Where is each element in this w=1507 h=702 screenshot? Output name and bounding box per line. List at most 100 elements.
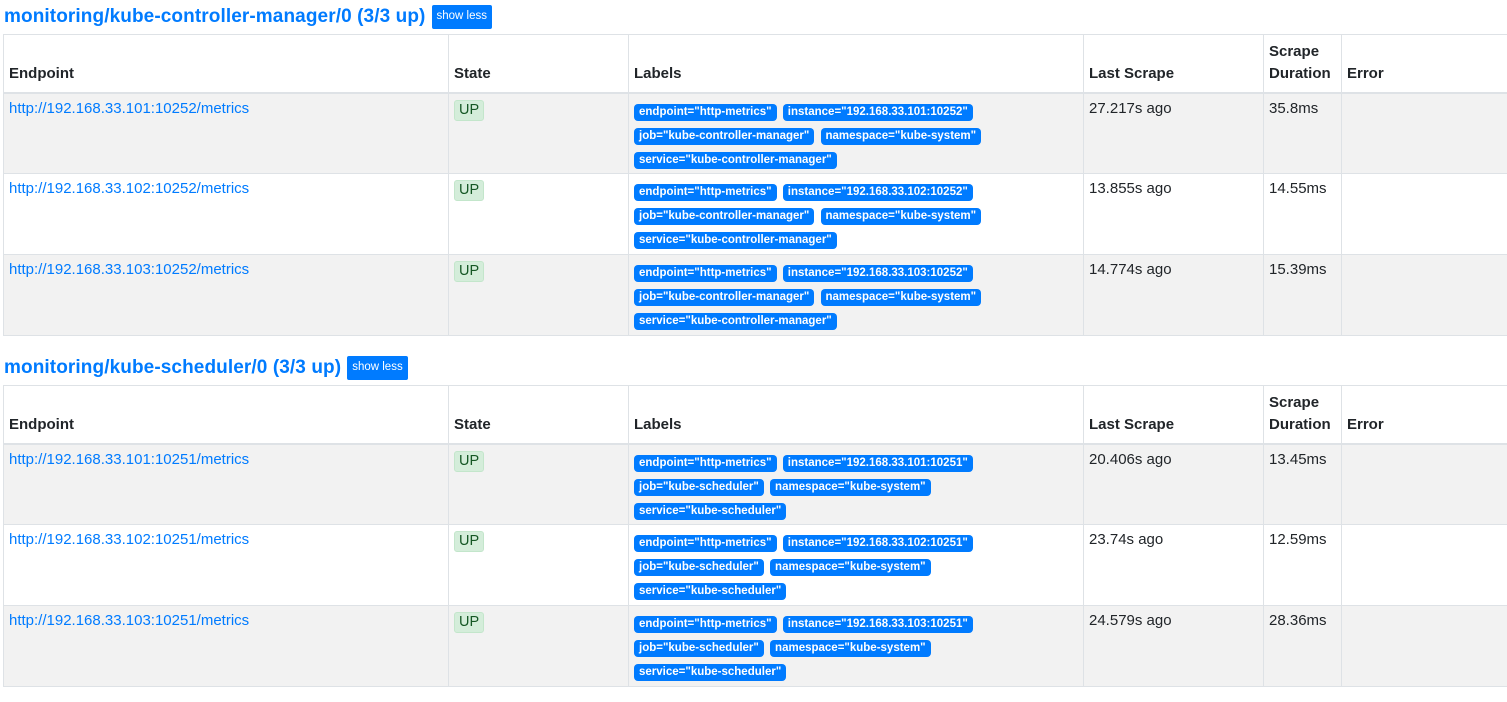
target-pool-section: monitoring/kube-scheduler/0 (3/3 up) sho… [0,351,1507,687]
label-badge: job="kube-controller-manager" [634,208,815,225]
column-header-endpoint: Endpoint [3,34,449,94]
targets-table: Endpoint State Labels Last Scrape Scrape… [3,34,1507,336]
label-badge: instance="192.168.33.103:10251" [782,616,973,633]
last-scrape-value: 20.406s ago [1089,450,1172,468]
column-header-endpoint: Endpoint [3,385,449,445]
label-badge: instance="192.168.33.101:10251" [782,454,973,472]
table-row: http://192.168.33.102:10252/metrics UP end… [3,173,1507,255]
column-header-labels: Labels [628,34,1084,94]
labels-cell: endpoint="http-metrics" instance="192.16… [628,605,1084,687]
endpoint-link[interactable]: http://192.168.33.102:10251/metrics [9,531,249,548]
last-scrape-value: 23.74s ago [1089,531,1164,548]
error-cell [1341,605,1507,687]
section-title[interactable]: monitoring/kube-controller-manager/0 (3/… [4,6,426,28]
column-header-last-scrape: Last Scrape [1083,385,1264,445]
last-scrape-cell: 24.579s ago [1083,605,1264,687]
column-header-scrape-duration: Scrape Duration [1263,34,1342,94]
label-badge: service="kube-scheduler" [634,664,787,681]
column-header-state: State [448,34,629,94]
table-row: http://192.168.33.103:10251/metrics UP end… [3,605,1507,687]
state-cell: UP [448,524,629,606]
endpoint-cell: http://192.168.33.101:10251/metrics [3,443,449,525]
last-scrape-cell: 13.855s ago [1083,173,1264,255]
label-badge: endpoint="http-metrics" [634,616,777,633]
endpoint-link[interactable]: http://192.168.33.101:10251/metrics [9,451,249,468]
endpoint-cell: http://192.168.33.103:10252/metrics [3,254,449,336]
state-cell: UP [448,173,629,255]
column-header-error: Error [1341,34,1507,94]
label-badge: service="kube-scheduler" [634,583,787,600]
scrape-duration-value: 35.8ms [1269,99,1319,117]
label-badge: endpoint="http-metrics" [634,103,777,121]
labels-cell: endpoint="http-metrics" instance="192.16… [628,173,1084,255]
state-badge: UP [454,261,485,283]
column-header-last-scrape: Last Scrape [1083,34,1264,94]
label-badge: namespace="kube-system" [770,559,931,576]
scrape-duration-value: 28.36ms [1269,612,1327,629]
state-badge: UP [454,531,485,553]
column-header-state: State [448,385,629,445]
label-badge: job="kube-scheduler" [634,640,764,657]
label-badge: endpoint="http-metrics" [634,265,777,282]
error-cell [1341,524,1507,606]
table-header-row: Endpoint State Labels Last Scrape Scrape… [3,385,1507,445]
table-row: http://192.168.33.102:10251/metrics UP end… [3,524,1507,606]
label-badge: job="kube-controller-manager" [634,289,815,306]
targets-table: Endpoint State Labels Last Scrape Scrape… [3,385,1507,687]
label-badge: namespace="kube-system" [820,289,982,306]
scrape-duration-value: 13.45ms [1269,450,1327,468]
last-scrape-cell: 20.406s ago [1083,443,1264,525]
show-less-button[interactable]: show less [347,356,408,380]
targets-table-body: http://192.168.33.101:10252/metrics UP end… [3,92,1507,336]
label-badge: service="kube-controller-manager" [634,151,837,169]
scrape-duration-value: 15.39ms [1269,261,1327,278]
section-header: monitoring/kube-scheduler/0 (3/3 up) sho… [0,351,1507,385]
error-cell [1341,254,1507,336]
endpoint-link[interactable]: http://192.168.33.103:10252/metrics [9,261,249,278]
scrape-duration-cell: 12.59ms [1263,524,1342,606]
endpoint-cell: http://192.168.33.103:10251/metrics [3,605,449,687]
last-scrape-value: 27.217s ago [1089,99,1172,117]
column-header-error: Error [1341,385,1507,445]
table-row: http://192.168.33.101:10251/metrics UP end… [3,443,1507,525]
section-header: monitoring/kube-controller-manager/0 (3/… [0,0,1507,34]
scrape-duration-cell: 35.8ms [1263,92,1342,174]
state-cell: UP [448,605,629,687]
endpoint-link[interactable]: http://192.168.33.103:10251/metrics [9,612,249,629]
state-badge: UP [454,99,485,121]
label-badge: namespace="kube-system" [770,640,931,657]
last-scrape-value: 24.579s ago [1089,612,1172,629]
state-badge: UP [454,450,485,472]
last-scrape-value: 13.855s ago [1089,180,1172,197]
header-line-1: Scrape [1269,42,1320,60]
scrape-duration-value: 12.59ms [1269,531,1327,548]
label-badge: instance="192.168.33.102:10251" [782,535,973,552]
endpoint-cell: http://192.168.33.101:10252/metrics [3,92,449,174]
label-badge: service="kube-scheduler" [634,502,787,520]
label-badge: endpoint="http-metrics" [634,454,777,472]
state-cell: UP [448,254,629,336]
label-badge: namespace="kube-system" [820,208,982,225]
endpoint-cell: http://192.168.33.102:10252/metrics [3,173,449,255]
labels-cell: endpoint="http-metrics" instance="192.16… [628,254,1084,336]
endpoint-link[interactable]: http://192.168.33.101:10252/metrics [9,100,249,117]
label-badge: endpoint="http-metrics" [634,535,777,552]
section-title[interactable]: monitoring/kube-scheduler/0 (3/3 up) [4,357,341,379]
label-badge: job="kube-scheduler" [634,559,764,576]
labels-cell: endpoint="http-metrics" instance="192.16… [628,443,1084,525]
scrape-duration-cell: 15.39ms [1263,254,1342,336]
label-badge: instance="192.168.33.102:10252" [782,184,973,201]
last-scrape-cell: 27.217s ago [1083,92,1264,174]
targets-page: monitoring/kube-controller-manager/0 (3/… [0,0,1507,702]
column-header-scrape-duration: Scrape Duration [1263,385,1342,445]
header-line-2: Duration [1269,416,1331,433]
scrape-duration-cell: 14.55ms [1263,173,1342,255]
target-pool-section: monitoring/kube-controller-manager/0 (3/… [0,0,1507,336]
last-scrape-cell: 23.74s ago [1083,524,1264,606]
show-less-button[interactable]: show less [431,5,492,29]
endpoint-link[interactable]: http://192.168.33.102:10252/metrics [9,180,249,197]
label-badge: instance="192.168.33.103:10252" [782,265,973,282]
endpoint-cell: http://192.168.33.102:10251/metrics [3,524,449,606]
table-row: http://192.168.33.103:10252/metrics UP end… [3,254,1507,336]
table-header-row: Endpoint State Labels Last Scrape Scrape… [3,34,1507,94]
